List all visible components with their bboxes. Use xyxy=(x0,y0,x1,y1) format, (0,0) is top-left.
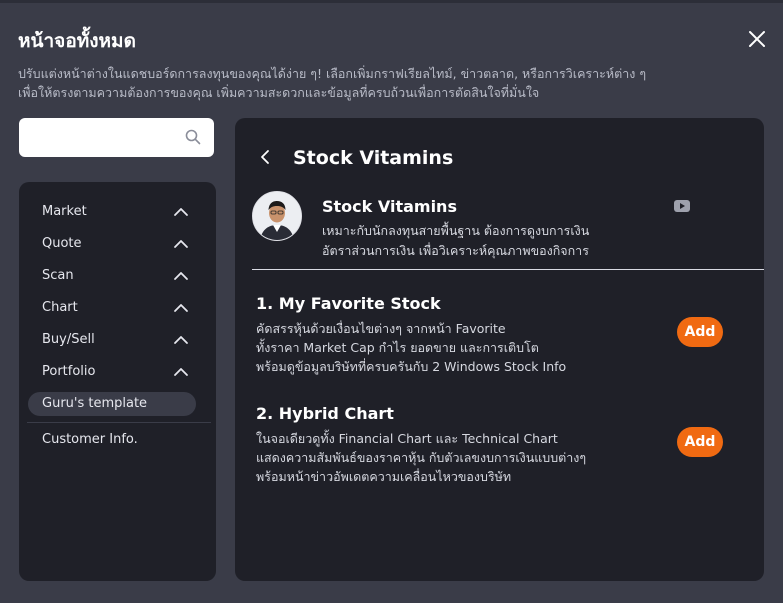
template-title: 1. My Favorite Stock xyxy=(256,294,441,313)
chevron-left-icon[interactable] xyxy=(258,148,272,166)
sidebar-item-label: Scan xyxy=(42,268,74,283)
template-panel: Stock Vitamins Stock Vitamins เหมาะกับนั… xyxy=(235,118,764,581)
template-title: 2. Hybrid Chart xyxy=(256,404,394,423)
search-input[interactable] xyxy=(29,127,183,149)
sidebar-item-label: Guru's template xyxy=(42,396,148,411)
page-title: หน้าจอทั้งหมด xyxy=(18,30,136,52)
template-description-line: ในจอเดียวดูทั้ง Financial Chart และ Tech… xyxy=(256,431,558,446)
chevron-up-icon[interactable] xyxy=(173,334,189,346)
template-description: ในจอเดียวดูทั้ง Financial Chart และ Tech… xyxy=(256,429,656,486)
top-border xyxy=(0,0,783,3)
close-icon[interactable] xyxy=(746,28,768,50)
add-button[interactable]: Add xyxy=(677,427,723,457)
chevron-up-icon[interactable] xyxy=(173,206,189,218)
person-photo-icon xyxy=(253,192,301,240)
search-box[interactable] xyxy=(19,118,214,157)
sidebar-item-customer-info[interactable]: Customer Info. xyxy=(42,432,138,447)
search-icon[interactable] xyxy=(185,129,201,145)
sidebar: Market Quote Scan Chart Buy/Sell Portfol… xyxy=(19,182,216,581)
template-description: คัดสรรหุ้นด้วยเงื่อนไขต่างๆ จากหน้า Favo… xyxy=(256,319,656,376)
template-description-line: ทั้งราคา Market Cap กำไร ยอดขาย และการเต… xyxy=(256,340,539,355)
avatar xyxy=(252,191,302,241)
guru-description: เหมาะกับนักลงทุนสายพื้นฐาน ต้องการดูงบกา… xyxy=(322,221,589,261)
section-divider xyxy=(252,269,764,270)
add-button[interactable]: Add xyxy=(677,317,723,347)
youtube-icon[interactable] xyxy=(674,200,690,212)
panel-title: Stock Vitamins xyxy=(293,147,454,169)
chevron-up-icon[interactable] xyxy=(173,238,189,250)
sidebar-item-label: Chart xyxy=(42,300,78,315)
template-description-line: แสดงความสัมพันธ์ของราคาหุ้น กับตัวเลขงบก… xyxy=(256,450,587,465)
guru-name: Stock Vitamins xyxy=(322,197,457,216)
chevron-up-icon[interactable] xyxy=(173,302,189,314)
sidebar-item-portfolio[interactable]: Portfolio xyxy=(19,358,216,388)
sidebar-item-market[interactable]: Market xyxy=(19,198,216,228)
sidebar-item-label: Portfolio xyxy=(42,364,96,379)
sidebar-item-chart[interactable]: Chart xyxy=(19,294,216,324)
sidebar-item-gurus-template[interactable]: Guru's template xyxy=(28,392,196,416)
sidebar-item-buy-sell[interactable]: Buy/Sell xyxy=(19,326,216,356)
sidebar-item-label: Market xyxy=(42,204,87,219)
sidebar-item-label: Quote xyxy=(42,236,82,251)
page-description: ปรับแต่งหน้าต่างในแดชบอร์ดการลงทุนของคุณ… xyxy=(18,64,718,102)
description-line: ปรับแต่งหน้าต่างในแดชบอร์ดการลงทุนของคุณ… xyxy=(18,66,647,81)
template-description-line: คัดสรรหุ้นด้วยเงื่อนไขต่างๆ จากหน้า Favo… xyxy=(256,321,506,336)
template-description-line: พร้อมดูข้อมูลบริษัทที่ครบครันกับ 2 Windo… xyxy=(256,359,567,374)
sidebar-divider xyxy=(27,422,211,423)
template-description-line: พร้อมหน้าข่าวอัพเดตความเคลื่อนไหวของบริษ… xyxy=(256,469,512,484)
sidebar-item-label: Buy/Sell xyxy=(42,332,95,347)
guru-description-line: อัตราส่วนการเงิน เพื่อวิเคราะห์คุณภาพของ… xyxy=(322,243,589,258)
sidebar-item-scan[interactable]: Scan xyxy=(19,262,216,292)
sidebar-item-quote[interactable]: Quote xyxy=(19,230,216,260)
chevron-up-icon[interactable] xyxy=(173,270,189,282)
guru-description-line: เหมาะกับนักลงทุนสายพื้นฐาน ต้องการดูงบกา… xyxy=(322,223,590,238)
chevron-up-icon[interactable] xyxy=(173,366,189,378)
description-line: เพื่อให้ตรงตามความต้องการของคุณ เพิ่มควา… xyxy=(18,85,540,100)
